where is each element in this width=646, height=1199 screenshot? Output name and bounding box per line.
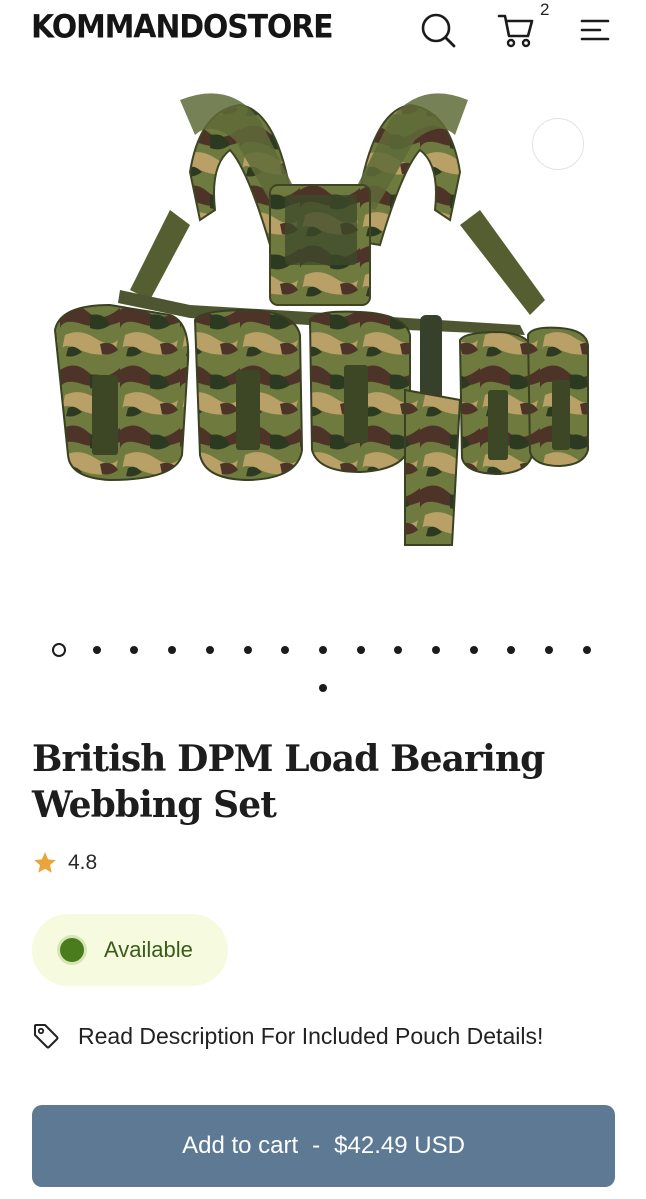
- store-logo[interactable]: KOMMANDOSTORE: [31, 9, 334, 46]
- product-image-gallery[interactable]: [0, 60, 646, 620]
- gallery-dot-active[interactable]: [52, 643, 66, 657]
- tag-icon: [34, 1024, 59, 1049]
- gallery-dot[interactable]: [507, 646, 516, 654]
- pouch-5: [526, 326, 589, 468]
- gallery-dot[interactable]: [319, 684, 327, 692]
- pouch-4: [458, 330, 533, 476]
- availability-badge: Available: [32, 914, 228, 986]
- add-to-cart-price: $42.49 USD: [334, 1132, 465, 1159]
- product-note: Read Description For Included Pouch Deta…: [32, 1022, 543, 1050]
- availability-label: Available: [104, 937, 193, 962]
- gallery-dot[interactable]: [394, 646, 403, 654]
- add-to-cart-button[interactable]: Add to cart - $42.49 USD: [32, 1105, 615, 1187]
- gallery-dot[interactable]: [205, 646, 214, 654]
- gallery-dot[interactable]: [281, 646, 290, 654]
- cart-count-badge: 2: [540, 0, 550, 19]
- zoom-button[interactable]: [532, 118, 584, 170]
- rating-value: 4.8: [68, 851, 98, 874]
- site-header: KOMMANDOSTORE 2: [0, 0, 646, 60]
- add-to-cart-separator: -: [312, 1132, 321, 1159]
- note-text: Read Description For Included Pouch Deta…: [78, 1022, 544, 1049]
- gallery-dot[interactable]: [356, 646, 365, 654]
- product-rating[interactable]: 4.8: [32, 850, 97, 876]
- gallery-dot[interactable]: [92, 646, 101, 654]
- gallery-dot[interactable]: [582, 646, 591, 654]
- cart-icon[interactable]: [496, 10, 536, 50]
- pouch-2: [193, 308, 304, 482]
- gallery-dot[interactable]: [469, 646, 478, 654]
- gallery-dot[interactable]: [545, 646, 554, 654]
- pouch-3: [308, 310, 411, 474]
- pouch-1: [53, 303, 190, 482]
- gallery-dot[interactable]: [432, 646, 440, 654]
- available-dot-icon: [60, 938, 84, 962]
- gallery-dot[interactable]: [168, 646, 177, 654]
- product-title: British DPM Load Bearing Webbing Set: [32, 738, 545, 826]
- star-icon: [34, 852, 56, 873]
- add-to-cart-label: Add to cart: [182, 1132, 299, 1159]
- gallery-dot[interactable]: [243, 646, 252, 654]
- gallery-dot[interactable]: [130, 646, 139, 654]
- gallery-dot[interactable]: [318, 646, 327, 654]
- search-icon[interactable]: [418, 10, 458, 50]
- menu-icon[interactable]: [574, 10, 614, 50]
